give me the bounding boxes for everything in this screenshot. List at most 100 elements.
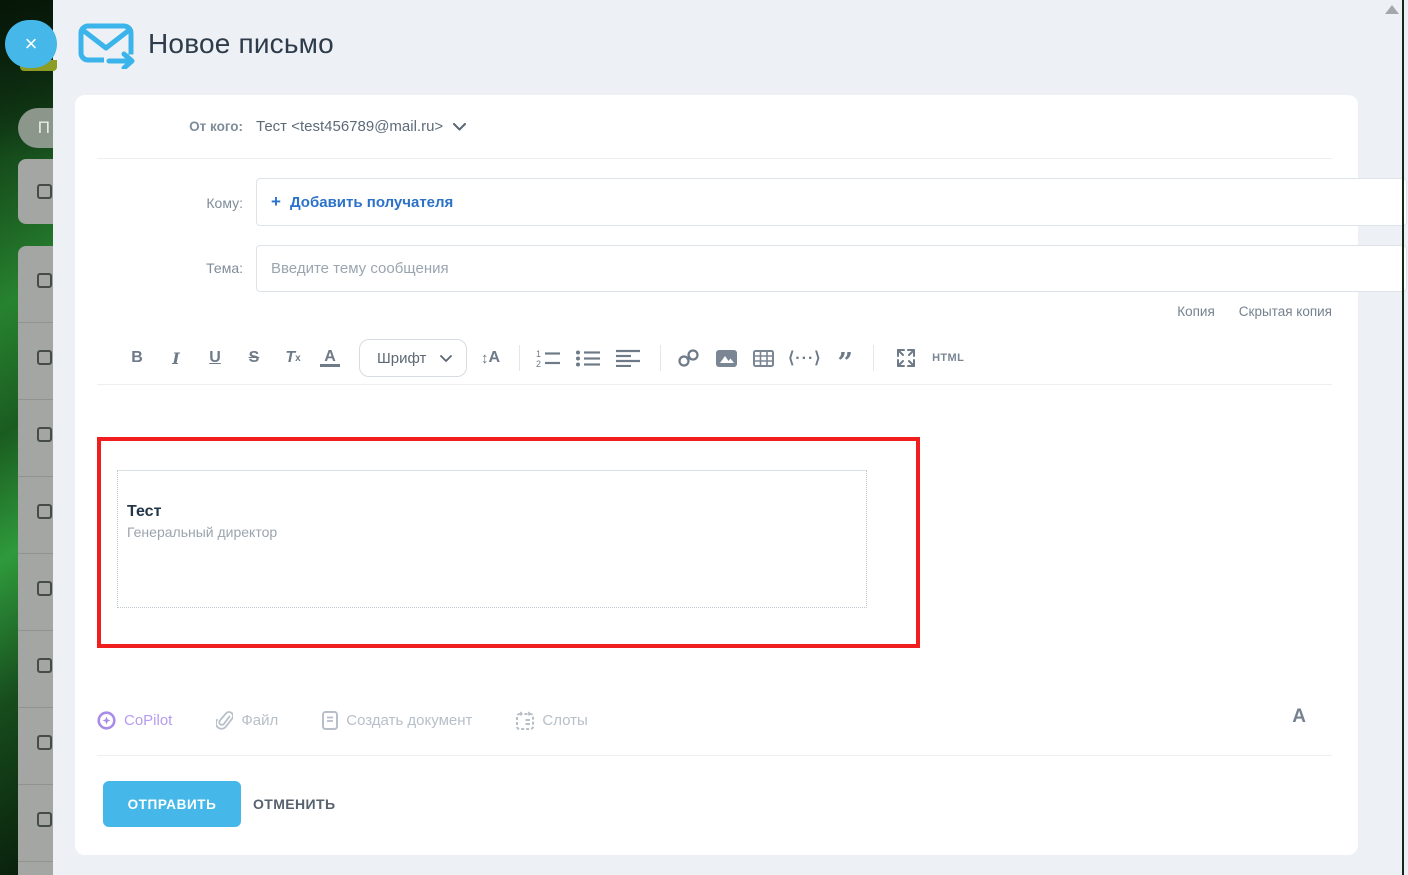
fullscreen-button[interactable] (896, 348, 916, 368)
to-label: Кому: (97, 195, 243, 211)
email-checkbox[interactable] (37, 504, 52, 519)
table-icon (753, 350, 774, 367)
font-size-letter: A (489, 349, 500, 367)
email-list-row[interactable] (18, 400, 53, 477)
attach-toolbar: CoPilot Файл Создать документ (97, 703, 588, 737)
cancel-button[interactable]: ОТМЕНИТЬ (253, 781, 335, 827)
email-checkbox[interactable] (37, 184, 52, 199)
email-checkbox[interactable] (37, 273, 52, 288)
close-button[interactable]: × (5, 20, 57, 68)
send-button[interactable]: ОТПРАВИТЬ (103, 781, 241, 827)
add-recipient-label: Добавить получателя (290, 194, 453, 211)
email-checkbox[interactable] (37, 581, 52, 596)
email-list-row[interactable] (18, 246, 53, 323)
divider (97, 384, 1332, 385)
signature-job-title: Генеральный директор (127, 524, 866, 540)
font-family-value: Шрифт (377, 350, 426, 367)
translate-button[interactable]: A (1292, 706, 1306, 728)
insert-link-button[interactable] (677, 348, 700, 368)
copilot-label: CoPilot (124, 712, 172, 729)
from-label: От кого: (97, 119, 243, 134)
cc-link[interactable]: Копия (1177, 304, 1215, 319)
email-checkbox[interactable] (37, 812, 52, 827)
bcc-link[interactable]: Скрытая копия (1239, 304, 1332, 319)
bullet-list-button[interactable] (576, 349, 600, 367)
font-family-select[interactable]: Шрифт (359, 339, 467, 377)
create-document-label: Создать документ (346, 712, 472, 729)
email-list-row[interactable] (18, 554, 53, 631)
scrollbar-up-arrow[interactable] (1385, 5, 1399, 14)
toolbar-separator (873, 345, 874, 371)
attach-file-button[interactable]: Файл (216, 711, 278, 730)
clear-format-button[interactable]: Tx (283, 349, 303, 367)
compose-card: От кого: Тест <test456789@mail.ru> Кому:… (75, 95, 1358, 855)
email-checkbox[interactable] (37, 735, 52, 750)
email-list (18, 246, 53, 875)
new-mail-icon (78, 23, 138, 74)
email-checkbox[interactable] (37, 427, 52, 442)
divider (97, 158, 1332, 159)
svg-text:2: 2 (536, 359, 541, 367)
page-edge-line (1402, 0, 1404, 875)
subject-field-box (256, 245, 1407, 292)
email-list-row[interactable] (18, 477, 53, 554)
insert-image-button[interactable] (716, 350, 737, 367)
email-checkbox[interactable] (37, 350, 52, 365)
copilot-icon (97, 711, 116, 730)
email-checkbox[interactable] (37, 658, 52, 673)
numbered-list-button[interactable]: 12 (536, 349, 560, 367)
format-toolbar: B I U S Tx A Шрифт ↕A 12 (97, 339, 964, 377)
chevron-down-icon (453, 123, 466, 131)
slots-button[interactable]: Слоты (516, 711, 587, 730)
copilot-button[interactable]: CoPilot (97, 711, 172, 730)
image-icon (716, 350, 737, 367)
align-left-icon (616, 349, 640, 367)
chevron-down-icon (440, 355, 452, 362)
recipients-field[interactable]: + Добавить получателя (256, 178, 1407, 226)
align-button[interactable] (616, 349, 640, 367)
background-write-button[interactable]: П (18, 108, 53, 148)
fullscreen-icon (896, 348, 916, 368)
create-document-button[interactable]: Создать документ (322, 711, 472, 730)
email-list-row[interactable] (18, 631, 53, 708)
insert-table-button[interactable] (753, 350, 774, 367)
subject-input[interactable] (257, 246, 1406, 291)
font-color-button[interactable]: A (320, 349, 340, 367)
underline-button[interactable]: U (205, 349, 225, 367)
background-write-label: П (38, 118, 50, 138)
strikethrough-button[interactable]: S (244, 349, 264, 367)
email-list-row[interactable] (18, 708, 53, 785)
plus-icon: + (271, 192, 281, 212)
signature-name: Тест (127, 503, 866, 521)
close-icon: × (25, 31, 38, 56)
email-list-row[interactable] (18, 785, 53, 862)
from-value: Тест <test456789@mail.ru> (256, 118, 443, 135)
insert-quote-button[interactable]: ” (838, 347, 854, 369)
font-size-button[interactable]: ↕A (481, 349, 499, 367)
html-mode-button[interactable]: HTML (932, 352, 964, 364)
updown-arrow-icon: ↕ (481, 350, 488, 367)
clear-format-x: x (295, 353, 301, 364)
clear-format-t: T (285, 349, 295, 367)
document-icon (322, 711, 338, 730)
numbered-list-icon: 12 (536, 349, 560, 367)
insert-code-button[interactable]: ⟨···⟩ (788, 348, 821, 368)
add-recipient-button[interactable]: + Добавить получателя (271, 193, 453, 212)
italic-button[interactable]: I (166, 349, 186, 368)
slots-label: Слоты (542, 712, 587, 729)
toolbar-separator (660, 345, 661, 371)
copy-links: Копия Скрытая копия (1177, 304, 1332, 319)
email-list-row[interactable] (18, 159, 53, 224)
toolbar-separator (519, 345, 520, 371)
bullet-list-icon (576, 349, 600, 367)
link-icon (677, 348, 700, 368)
bold-button[interactable]: B (127, 349, 147, 367)
subject-label: Тема: (97, 260, 243, 276)
from-selector[interactable]: Тест <test456789@mail.ru> (256, 118, 466, 135)
attach-file-label: Файл (241, 712, 278, 729)
email-list-row[interactable] (18, 323, 53, 400)
page-title: Новое письмо (148, 28, 334, 60)
signature-block[interactable]: Тест Генеральный директор (117, 470, 867, 608)
calendar-icon (516, 711, 534, 730)
compose-screen: П × Новое письмо От кого: Тест <test4567… (0, 0, 1408, 875)
